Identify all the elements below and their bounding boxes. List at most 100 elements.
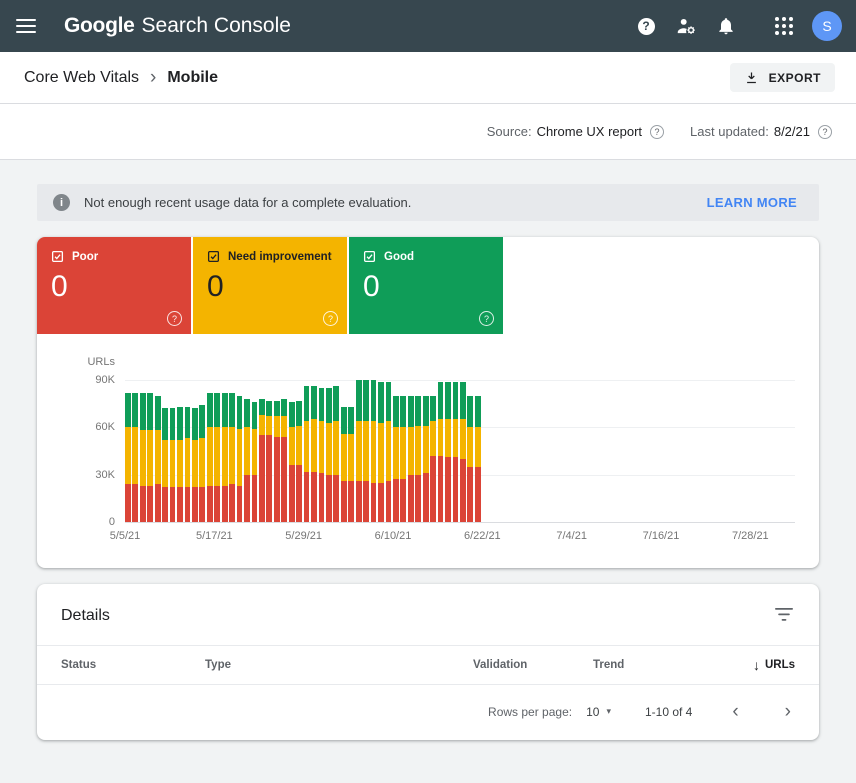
export-button[interactable]: EXPORT <box>730 63 835 92</box>
chart-bar-6/17/21[interactable] <box>445 382 451 522</box>
chart-bar-5/26/21[interactable] <box>281 399 287 522</box>
bar-segment <box>274 401 280 417</box>
last-updated-help-icon[interactable]: ? <box>818 125 832 139</box>
summary-help-icon[interactable]: ? <box>167 311 182 326</box>
bar-segment <box>259 415 265 436</box>
breadcrumb-core-web-vitals[interactable]: Core Web Vitals <box>24 69 139 87</box>
chart-bar-5/19/21[interactable] <box>229 393 235 522</box>
summary-help-icon[interactable]: ? <box>479 311 494 326</box>
chart-bar-6/15/21[interactable] <box>430 396 436 522</box>
bar-segment <box>386 382 392 421</box>
bar-segment <box>185 407 191 439</box>
manage-users-icon[interactable] <box>672 12 700 40</box>
column-header-urls[interactable]: ↓ URLs <box>705 658 795 672</box>
bar-segment <box>177 440 183 487</box>
chart-bar-5/20/21[interactable] <box>237 396 243 522</box>
chart-bar-6/5/21[interactable] <box>356 380 362 522</box>
bar-segment <box>371 421 377 483</box>
source-help-icon[interactable]: ? <box>650 125 664 139</box>
bar-segment <box>415 426 421 475</box>
chart-bar-6/4/21[interactable] <box>348 407 354 522</box>
chart-bar-5/24/21[interactable] <box>266 401 272 522</box>
chart-bar-6/3/21[interactable] <box>341 407 347 522</box>
avatar[interactable]: S <box>812 11 842 41</box>
checkbox-checked-icon[interactable] <box>51 250 64 263</box>
bar-segment <box>296 401 302 426</box>
chart-bar-5/17/21[interactable] <box>214 393 220 522</box>
chart-bar-5/21/21[interactable] <box>244 399 250 522</box>
chart-bar-5/10/21[interactable] <box>162 408 168 522</box>
chart-bar-6/16/21[interactable] <box>438 382 444 522</box>
summary-box-poor[interactable]: Poor 0 ? <box>37 237 191 334</box>
bar-segment <box>363 481 369 522</box>
column-header-validation[interactable]: Validation <box>473 659 593 671</box>
hamburger-menu-icon[interactable] <box>16 19 36 33</box>
chart-bar-6/10/21[interactable] <box>393 396 399 522</box>
chart-bar-6/18/21[interactable] <box>453 382 459 522</box>
column-header-trend[interactable]: Trend <box>593 659 705 671</box>
chart-bar-5/16/21[interactable] <box>207 393 213 522</box>
chart-bar-6/14/21[interactable] <box>423 396 429 522</box>
bar-segment <box>475 427 481 466</box>
chart-bar-5/11/21[interactable] <box>170 408 176 522</box>
bar-segment <box>438 382 444 420</box>
filter-list-icon[interactable] <box>773 604 795 628</box>
chart-bar-5/23/21[interactable] <box>259 399 265 522</box>
chart-bar-6/2/21[interactable] <box>333 386 339 522</box>
bar-segment <box>475 467 481 522</box>
bar-segment <box>423 473 429 522</box>
next-page-button[interactable]: › <box>781 702 795 721</box>
chart-bar-5/28/21[interactable] <box>296 401 302 522</box>
chart-bar-5/29/21[interactable] <box>304 386 310 522</box>
chart-bar-6/1/21[interactable] <box>326 388 332 522</box>
bar-segment <box>304 386 310 421</box>
chart-bar-5/15/21[interactable] <box>199 405 205 522</box>
chart-bar-5/13/21[interactable] <box>185 407 191 522</box>
column-header-status[interactable]: Status <box>61 659 205 671</box>
chart-bar-6/20/21[interactable] <box>467 396 473 522</box>
summary-box-need-improvement[interactable]: Need improvement 0 ? <box>193 237 347 334</box>
bar-segment <box>125 393 131 428</box>
checkbox-checked-icon[interactable] <box>363 250 376 263</box>
help-icon[interactable]: ? <box>632 12 660 40</box>
chart-bar-6/21/21[interactable] <box>475 396 481 522</box>
apps-grid-icon[interactable] <box>770 12 798 40</box>
chart-bar-5/22/21[interactable] <box>252 402 258 522</box>
chart-bar-5/30/21[interactable] <box>311 386 317 522</box>
chart-bar-5/9/21[interactable] <box>155 396 161 522</box>
chart-bar-6/12/21[interactable] <box>408 396 414 522</box>
chart-bar-6/9/21[interactable] <box>386 382 392 522</box>
summary-help-icon[interactable]: ? <box>323 311 338 326</box>
checkbox-checked-icon[interactable] <box>207 250 220 263</box>
column-header-type[interactable]: Type <box>205 659 473 671</box>
chart-bar-5/7/21[interactable] <box>140 393 146 522</box>
bar-segment <box>460 419 466 458</box>
chart-bar-5/25/21[interactable] <box>274 401 280 522</box>
chart-bar-6/11/21[interactable] <box>400 396 406 522</box>
chart-bar-6/13/21[interactable] <box>415 396 421 522</box>
chart-bar-6/7/21[interactable] <box>371 380 377 522</box>
chart-bar-6/8/21[interactable] <box>378 382 384 522</box>
chart-bar-5/6/21[interactable] <box>132 393 138 522</box>
bar-segment <box>467 396 473 428</box>
chart-bar-5/12/21[interactable] <box>177 407 183 522</box>
chart-bar-5/8/21[interactable] <box>147 393 153 522</box>
chart-bar-5/31/21[interactable] <box>319 388 325 522</box>
chart-bar-5/14/21[interactable] <box>192 408 198 522</box>
chart-bar-5/27/21[interactable] <box>289 402 295 522</box>
chart-bar-6/19/21[interactable] <box>460 382 466 522</box>
bar-segment <box>423 426 429 473</box>
bar-segment <box>378 423 384 483</box>
bar-segment <box>311 472 317 522</box>
notifications-icon[interactable] <box>712 12 740 40</box>
learn-more-link[interactable]: LEARN MORE <box>701 194 803 211</box>
summary-box-good[interactable]: Good 0 ? <box>349 237 503 334</box>
bell-glyph <box>716 16 736 36</box>
chart-bar-5/18/21[interactable] <box>222 393 228 522</box>
previous-page-button[interactable]: ‹ <box>728 702 742 721</box>
chart-bar-5/5/21[interactable] <box>125 393 131 522</box>
details-table-header: Status Type Validation Trend ↓ URLs <box>37 645 819 685</box>
rows-per-page-select[interactable]: 10 ▾ <box>586 705 611 719</box>
logo-brand: Google <box>64 14 135 38</box>
chart-bar-6/6/21[interactable] <box>363 380 369 522</box>
